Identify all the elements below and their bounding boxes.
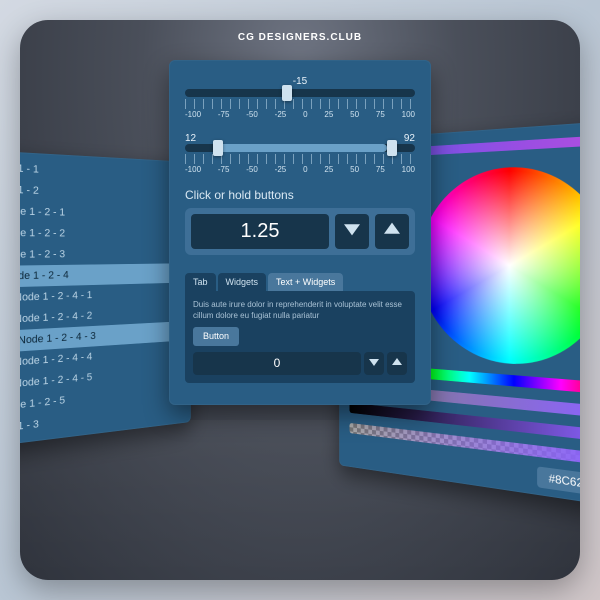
tab-bar: TabWidgetsText + Widgets — [185, 273, 415, 291]
slider-single-ticks — [185, 99, 415, 109]
tick-label: 0 — [303, 110, 307, 119]
decrement-button[interactable] — [335, 214, 369, 249]
increment-button[interactable] — [375, 214, 409, 249]
slider-range-track[interactable] — [185, 144, 415, 152]
slider-single[interactable]: -15 -100 -75 -50 -25 0 25 50 75 100 — [185, 76, 415, 119]
stepper-hint: Click or hold buttons — [185, 188, 415, 202]
slider-range-fill — [213, 144, 388, 152]
slider-range-high: 92 — [404, 133, 415, 144]
slider-single-tick-labels: -100 -75 -50 -25 0 25 50 75 100 — [185, 110, 415, 119]
tick-label: -25 — [275, 110, 287, 119]
tab[interactable]: Text + Widgets — [268, 273, 343, 291]
slider-range-handle-low[interactable] — [213, 140, 223, 156]
brand-label: CG DESIGNERS.CLUB — [20, 32, 580, 43]
tick-label: 25 — [324, 165, 333, 174]
tree-panel: Node 1 - 1Node 1 - 2Node 1 - 2 - 1Node 1… — [20, 150, 191, 448]
tree-row[interactable]: Node 1 - 2 - 2 — [20, 222, 191, 244]
tab-body: Duis aute irure dolor in reprehenderit i… — [185, 291, 415, 383]
slider-single-value: -15 — [185, 76, 415, 87]
front-panel: -15 -100 -75 -50 -25 0 25 50 75 100 12 92 -100 -7… — [169, 60, 431, 405]
triangle-up-icon — [392, 357, 402, 370]
tick-label: 75 — [376, 165, 385, 174]
mini-decrement-button[interactable] — [364, 352, 384, 375]
tick-label: 50 — [350, 165, 359, 174]
triangle-up-icon — [384, 221, 400, 242]
tab-text: Duis aute irure dolor in reprehenderit i… — [193, 299, 407, 321]
slider-range-tick-labels: -100 -75 -50 -25 0 25 50 75 100 — [185, 165, 415, 174]
slider-range-handle-high[interactable] — [387, 140, 397, 156]
tick-label: -75 — [218, 110, 230, 119]
tick-label: 100 — [402, 165, 415, 174]
tick-label: 0 — [303, 165, 307, 174]
slider-range[interactable]: 12 92 -100 -75 -50 -25 0 25 50 75 100 — [185, 133, 415, 174]
mini-stepper: 0 — [193, 352, 407, 375]
color-wheel[interactable] — [419, 163, 580, 371]
tick-label: -75 — [218, 165, 230, 174]
mini-number-display[interactable]: 0 — [193, 352, 361, 375]
number-stepper: 1.25 — [185, 208, 415, 255]
triangle-down-icon — [344, 221, 360, 242]
tick-label: -25 — [275, 165, 287, 174]
triangle-down-icon — [369, 357, 379, 370]
tab[interactable]: Widgets — [218, 273, 267, 291]
hex-readout[interactable]: #8C62FE — [537, 466, 580, 498]
tick-label: -100 — [185, 110, 201, 119]
tab[interactable]: Tab — [185, 273, 216, 291]
tick-label: -100 — [185, 165, 201, 174]
slider-range-low: 12 — [185, 133, 196, 144]
number-display[interactable]: 1.25 — [191, 214, 329, 249]
tick-label: -50 — [246, 165, 258, 174]
tick-label: 50 — [350, 110, 359, 119]
tab-button[interactable]: Button — [193, 327, 239, 346]
tick-label: -50 — [246, 110, 258, 119]
slider-single-handle[interactable] — [282, 85, 292, 101]
mini-increment-button[interactable] — [387, 352, 407, 375]
slider-single-track[interactable] — [185, 89, 415, 97]
tick-label: 100 — [402, 110, 415, 119]
tick-label: 25 — [324, 110, 333, 119]
tick-label: 75 — [376, 110, 385, 119]
